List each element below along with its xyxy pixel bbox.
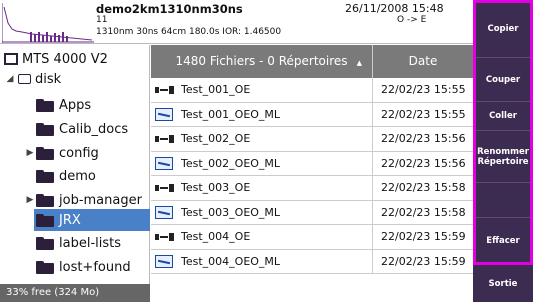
trace-datetime: 26/11/2008 15:48 [345, 2, 444, 15]
trace-direction: O -> E [397, 15, 427, 25]
column-header-label: 1480 Fichiers - 0 Répertoires [175, 54, 348, 68]
sort-ascending-icon: ▲ [356, 59, 362, 67]
oe-trace-icon [155, 134, 175, 144]
trace-file-name: demo2km1310nm30ns [96, 2, 243, 16]
column-header-date[interactable]: Date [373, 45, 473, 78]
tree-item-label: Calib_docs [59, 121, 129, 137]
trace-info-line: 11 [96, 15, 108, 25]
table-row[interactable]: Test_002_OE 22/02/23 15:56 [151, 127, 473, 152]
oeo-trace-icon [155, 156, 173, 170]
table-row[interactable]: Test_003_OEO_ML 22/02/23 15:58 [151, 200, 473, 225]
file-date: 22/02/23 15:55 [381, 107, 466, 121]
tree-item-label: Apps [59, 97, 92, 113]
empty-softkey[interactable] [473, 183, 533, 218]
file-date: 22/02/23 15:59 [381, 230, 466, 243]
oe-trace-icon [155, 232, 175, 242]
rename-directory-button[interactable]: Renommer Répertoire [473, 131, 533, 183]
file-name: Test_004_OE [181, 230, 251, 244]
trace-parameters: 1310nm 30ns 64cm 180.0s IOR: 1.46500 [96, 27, 282, 37]
file-name: Test_004_OEO_ML [181, 254, 281, 268]
directory-tree: MTS 4000 V2 ◢ disk Apps Calib_docs ▶ con… [0, 45, 150, 302]
expander-expand-icon[interactable]: ▶ [24, 148, 36, 158]
exit-button[interactable]: Sortie [473, 265, 533, 302]
oeo-trace-icon [155, 254, 173, 268]
file-date: 22/02/23 15:56 [381, 156, 466, 170]
oeo-trace-icon [155, 107, 173, 121]
tree-item-calib-docs[interactable]: Calib_docs [36, 118, 128, 140]
action-button-bar: Copier Couper Coller Renommer Répertoire… [473, 0, 533, 302]
table-row[interactable]: Test_001_OE 22/02/23 15:55 [151, 78, 473, 103]
tree-item-label: lost+found [59, 259, 131, 275]
file-date: 22/02/23 15:58 [381, 205, 466, 219]
copy-button[interactable]: Copier [473, 0, 533, 58]
cut-button[interactable]: Couper [473, 58, 533, 102]
folder-icon [36, 146, 54, 160]
tree-item-label: job-manager [59, 192, 142, 208]
oe-trace-icon [155, 183, 175, 193]
device-icon [4, 53, 18, 65]
tree-item-label-lists[interactable]: label-lists [36, 232, 121, 254]
tree-item-label: demo [59, 168, 96, 184]
tree-item-demo[interactable]: demo [36, 165, 96, 187]
tree-item-disk[interactable]: ◢ disk [4, 68, 62, 90]
file-name: Test_001_OEO_ML [181, 107, 281, 121]
folder-icon [36, 193, 54, 207]
file-table: 1480 Fichiers - 0 Répertoires ▲ Date Tes… [151, 45, 473, 302]
file-date: 22/02/23 15:55 [381, 83, 466, 96]
tree-item-config[interactable]: ▶ config [24, 142, 99, 164]
tree-item-label: disk [35, 71, 62, 87]
table-row[interactable]: Test_004_OEO_ML 22/02/23 15:59 [151, 249, 473, 274]
tree-item-apps[interactable]: Apps [36, 94, 91, 116]
disk-free-status: 33% free (324 Mo) [0, 284, 150, 302]
folder-icon [36, 98, 54, 112]
trace-thumbnail [2, 3, 94, 43]
file-date: 22/02/23 15:56 [381, 132, 466, 145]
folder-icon [36, 122, 54, 136]
file-date: 22/02/23 15:58 [381, 181, 466, 194]
delete-button[interactable]: Effacer [473, 218, 533, 265]
oeo-trace-icon [155, 205, 173, 219]
folder-icon [36, 213, 54, 227]
folder-icon [36, 260, 54, 274]
rename-label-line2: Répertoire [477, 156, 529, 167]
tree-item-label: MTS 4000 V2 [22, 51, 108, 67]
file-date: 22/02/23 15:59 [381, 254, 466, 268]
trace-info-header: demo2km1310nm30ns 26/11/2008 15:48 11 O … [0, 0, 473, 44]
folder-icon [36, 169, 54, 183]
file-name: Test_003_OE [181, 181, 251, 195]
tree-item-lost-found[interactable]: lost+found [36, 256, 131, 278]
tree-item-label: JRX [59, 212, 81, 228]
table-row[interactable]: Test_002_OEO_ML 22/02/23 15:56 [151, 151, 473, 176]
expander-expand-icon[interactable]: ▶ [24, 195, 36, 205]
table-row[interactable]: Test_001_OEO_ML 22/02/23 15:55 [151, 102, 473, 127]
column-header-name[interactable]: 1480 Fichiers - 0 Répertoires ▲ [151, 45, 373, 78]
rename-label-line1: Renommer [477, 146, 529, 157]
table-header: 1480 Fichiers - 0 Répertoires ▲ Date [151, 45, 473, 78]
table-row[interactable]: Test_003_OE 22/02/23 15:58 [151, 176, 473, 201]
file-name: Test_001_OE [181, 83, 251, 97]
tree-item-label: label-lists [59, 235, 121, 251]
tree-item-label: config [59, 145, 99, 161]
file-name: Test_002_OEO_ML [181, 156, 281, 170]
tree-item-job-manager[interactable]: ▶ job-manager [24, 189, 142, 211]
tree-item-mts-4000-v2[interactable]: MTS 4000 V2 [4, 48, 108, 70]
tree-item-jrx[interactable]: JRX [34, 209, 150, 231]
oe-trace-icon [155, 85, 175, 95]
file-name: Test_003_OEO_ML [181, 205, 281, 219]
table-row[interactable]: Test_004_OE 22/02/23 15:59 [151, 225, 473, 250]
paste-button[interactable]: Coller [473, 102, 533, 131]
disk-icon [18, 74, 31, 84]
file-name: Test_002_OE [181, 132, 251, 146]
folder-icon [36, 236, 54, 250]
expander-collapse-icon[interactable]: ◢ [4, 74, 16, 84]
